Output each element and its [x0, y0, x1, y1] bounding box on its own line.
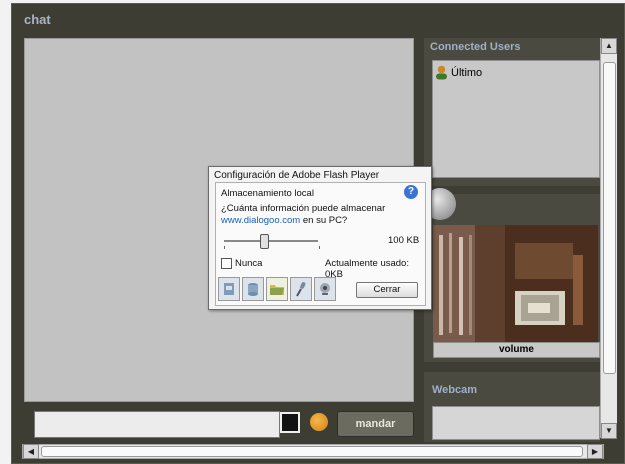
scroll-right-button[interactable]: ▶	[587, 444, 603, 459]
site-link[interactable]: www.dialogoo.com	[221, 215, 300, 226]
window-title: chat	[24, 12, 51, 27]
help-icon[interactable]: ?	[404, 185, 418, 199]
usage-text: Actualmente usado: 0KB	[325, 258, 409, 280]
scroll-down-button[interactable]: ▼	[601, 423, 617, 439]
volume-label[interactable]: volume	[433, 342, 600, 358]
scroll-thumb[interactable]	[603, 62, 616, 374]
send-button[interactable]: mandar	[337, 411, 414, 437]
folder-tab-icon[interactable]	[266, 277, 288, 301]
connected-users-header: Connected Users	[430, 41, 521, 53]
dialog-question: ¿Cuánta información puede almacenar	[221, 203, 386, 214]
webcam-area	[432, 406, 600, 440]
scroll-up-button[interactable]: ▲	[601, 38, 617, 54]
never-label: Nunca	[235, 258, 263, 269]
never-checkbox[interactable]	[221, 258, 232, 269]
dialog-title: Configuración de Adobe Flash Player	[214, 170, 380, 181]
webcam-panel-header: Webcam	[432, 384, 478, 396]
scroll-left-button[interactable]: ◀	[23, 444, 39, 459]
dialog-heading: Almacenamiento local	[221, 188, 314, 199]
users-list: Último	[432, 60, 600, 178]
storage-tab-icon[interactable]	[242, 277, 264, 301]
question-suffix: en su PC?	[300, 215, 348, 226]
user-icon	[436, 65, 447, 80]
camera-tab-icon[interactable]	[314, 277, 336, 301]
vertical-scrollbar[interactable]: ▲ ▼	[600, 38, 617, 439]
slider-value: 100 KB	[388, 235, 420, 246]
color-picker-button[interactable]	[280, 412, 300, 433]
message-input[interactable]	[34, 411, 280, 438]
privacy-tab-icon[interactable]	[218, 277, 240, 301]
microphone-tab-icon[interactable]	[290, 277, 312, 301]
user-name: Último	[451, 66, 483, 79]
storage-slider[interactable]	[224, 234, 320, 249]
settings-tabs	[218, 277, 336, 301]
close-button[interactable]: Cerrar	[356, 282, 418, 298]
horizontal-scrollbar[interactable]: ◀ ▶	[22, 444, 604, 459]
dialog-body: Almacenamiento local ? ¿Cuánta informaci…	[215, 182, 426, 306]
flash-settings-dialog: Configuración de Adobe Flash Player Alma…	[208, 166, 432, 310]
video-feed	[433, 225, 598, 342]
smiley-icon[interactable]	[310, 413, 328, 431]
list-item[interactable]: Último	[435, 65, 482, 80]
horizontal-scroll-thumb[interactable]	[41, 446, 583, 457]
